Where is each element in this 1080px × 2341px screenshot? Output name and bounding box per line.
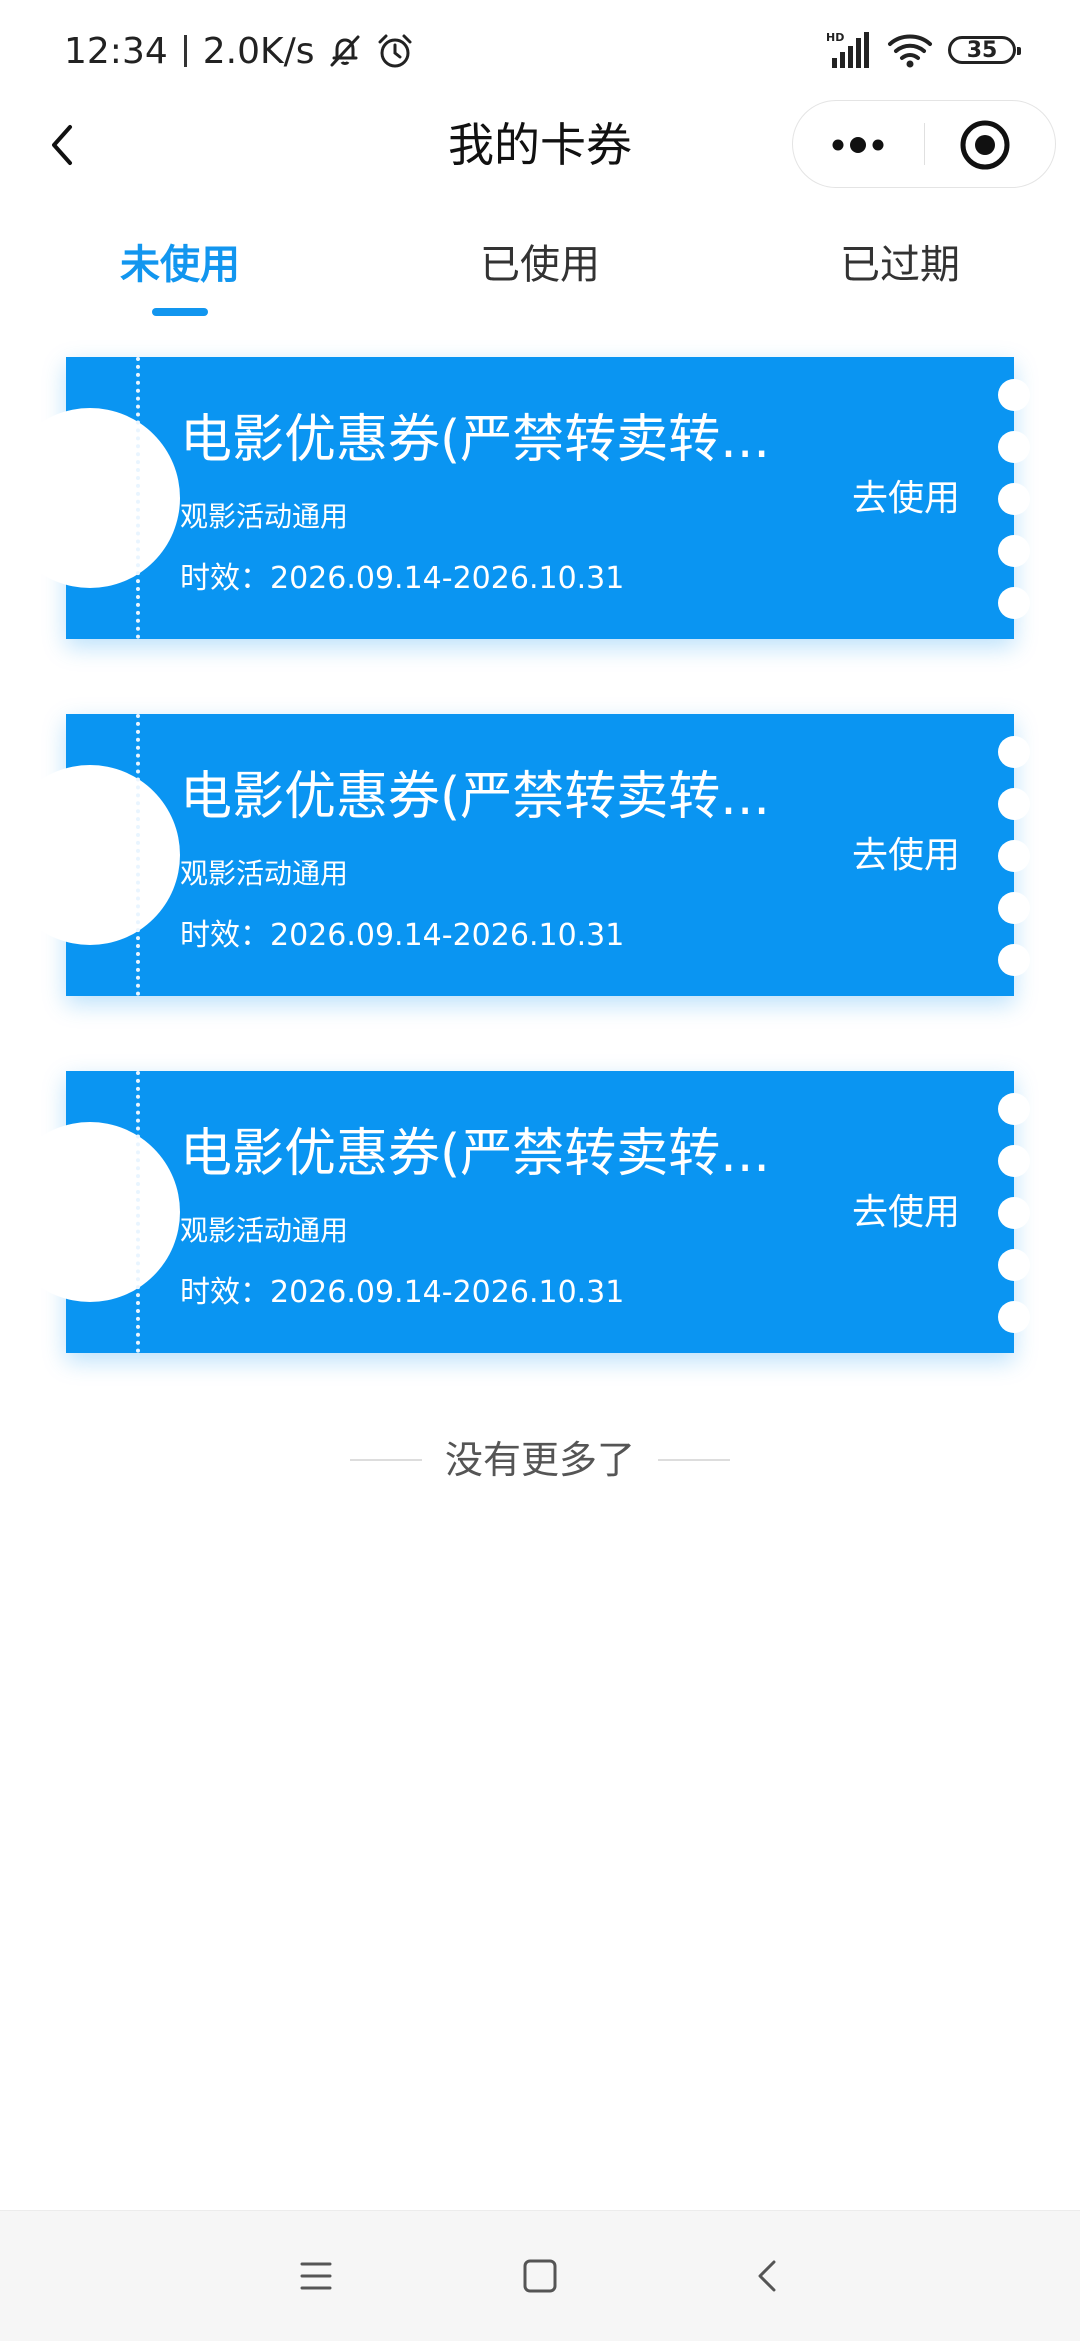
battery-icon: 35 — [948, 36, 1021, 64]
coupon-title: 电影优惠券(严禁转卖转... — [180, 767, 770, 827]
no-more-text: 没有更多了 — [444, 1438, 635, 1482]
coupon-title: 电影优惠券(严禁转卖转... — [180, 1124, 770, 1184]
coupon-scallop — [998, 431, 1030, 463]
wifi-icon — [888, 34, 932, 68]
use-coupon-button[interactable]: 去使用 — [836, 826, 976, 886]
status-separator — [183, 35, 187, 67]
coupon-description: 观影活动通用 — [180, 500, 349, 533]
coupon-scallop — [998, 1093, 1030, 1125]
coupon-scallop — [998, 587, 1030, 619]
coupon-validity: 时效：2026.09.14-2026.10.31 — [180, 918, 625, 953]
hd-signal-icon: HD — [826, 31, 869, 68]
menu-icon[interactable] — [286, 2246, 346, 2306]
coupon-scallop — [998, 483, 1030, 515]
status-left: 12:34 2.0K/s — [64, 26, 415, 76]
tab-used-label: 已使用 — [480, 242, 600, 288]
coupon-scallop — [998, 736, 1030, 768]
coupon-card[interactable]: 电影优惠券(严禁转卖转... 观影活动通用 时效：2026.09.14-2026… — [0, 1071, 1030, 1353]
tab-expired[interactable]: 已过期 — [800, 230, 1000, 320]
coupon-scallop — [998, 1301, 1030, 1333]
network-speed: 2.0K/s — [202, 30, 315, 72]
bell-muted-icon — [330, 35, 359, 67]
coupon-notch — [0, 1122, 180, 1302]
coupon-perforation — [136, 1071, 140, 1353]
coupon-validity: 时效：2026.09.14-2026.10.31 — [180, 1275, 625, 1310]
more-dots-icon[interactable] — [793, 101, 923, 187]
coupon-scallop — [998, 892, 1030, 924]
tab-bar: 未使用 已使用 已过期 — [0, 230, 1080, 320]
svg-text:HD: HD — [826, 31, 844, 44]
coupon-scallop — [998, 1197, 1030, 1229]
coupon-scallop — [998, 535, 1030, 567]
coupon-scallop — [998, 944, 1030, 976]
coupon-scallop — [998, 379, 1030, 411]
target-close-icon[interactable] — [925, 101, 1055, 187]
coupon-card[interactable]: 电影优惠券(严禁转卖转... 观影活动通用 时效：2026.09.14-2026… — [0, 714, 1030, 996]
nav-bar: 我的卡券 — [0, 100, 1080, 190]
alarm-icon — [378, 34, 411, 68]
coupon-perforation — [136, 357, 140, 639]
status-time: 12:34 — [64, 30, 168, 72]
battery-level: 35 — [966, 37, 998, 63]
coupon-notch — [0, 408, 180, 588]
status-bar: 12:34 2.0K/s HD 35 — [0, 0, 1080, 100]
coupon-scallop — [998, 1145, 1030, 1177]
use-coupon-button[interactable]: 去使用 — [836, 1183, 976, 1243]
tab-unused[interactable]: 未使用 — [80, 230, 280, 320]
coupon-perforation — [136, 714, 140, 996]
coupon-title: 电影优惠券(严禁转卖转... — [180, 410, 770, 470]
coupon-card[interactable]: 电影优惠券(严禁转卖转... 观影活动通用 时效：2026.09.14-2026… — [0, 357, 1030, 639]
use-coupon-button[interactable]: 去使用 — [836, 469, 976, 529]
coupon-validity: 时效：2026.09.14-2026.10.31 — [180, 561, 625, 596]
system-navigation-bar — [0, 2210, 1080, 2341]
coupon-description: 观影活动通用 — [180, 1214, 349, 1247]
list-end-marker: 没有更多了 — [0, 1430, 1080, 1490]
tab-unused-label: 未使用 — [120, 242, 240, 288]
coupon-scallop — [998, 1249, 1030, 1281]
home-square-icon[interactable] — [510, 2246, 570, 2306]
back-icon[interactable] — [738, 2246, 798, 2306]
coupon-scallop — [998, 788, 1030, 820]
end-line-right — [658, 1459, 730, 1461]
tab-active-indicator — [152, 308, 208, 316]
coupon-description: 观影活动通用 — [180, 857, 349, 890]
coupon-scallop — [998, 840, 1030, 872]
coupon-notch — [0, 765, 180, 945]
status-right: HD 35 — [826, 28, 1021, 72]
tab-expired-label: 已过期 — [840, 242, 960, 288]
mini-program-capsule — [792, 100, 1056, 188]
tab-used[interactable]: 已使用 — [440, 230, 640, 320]
